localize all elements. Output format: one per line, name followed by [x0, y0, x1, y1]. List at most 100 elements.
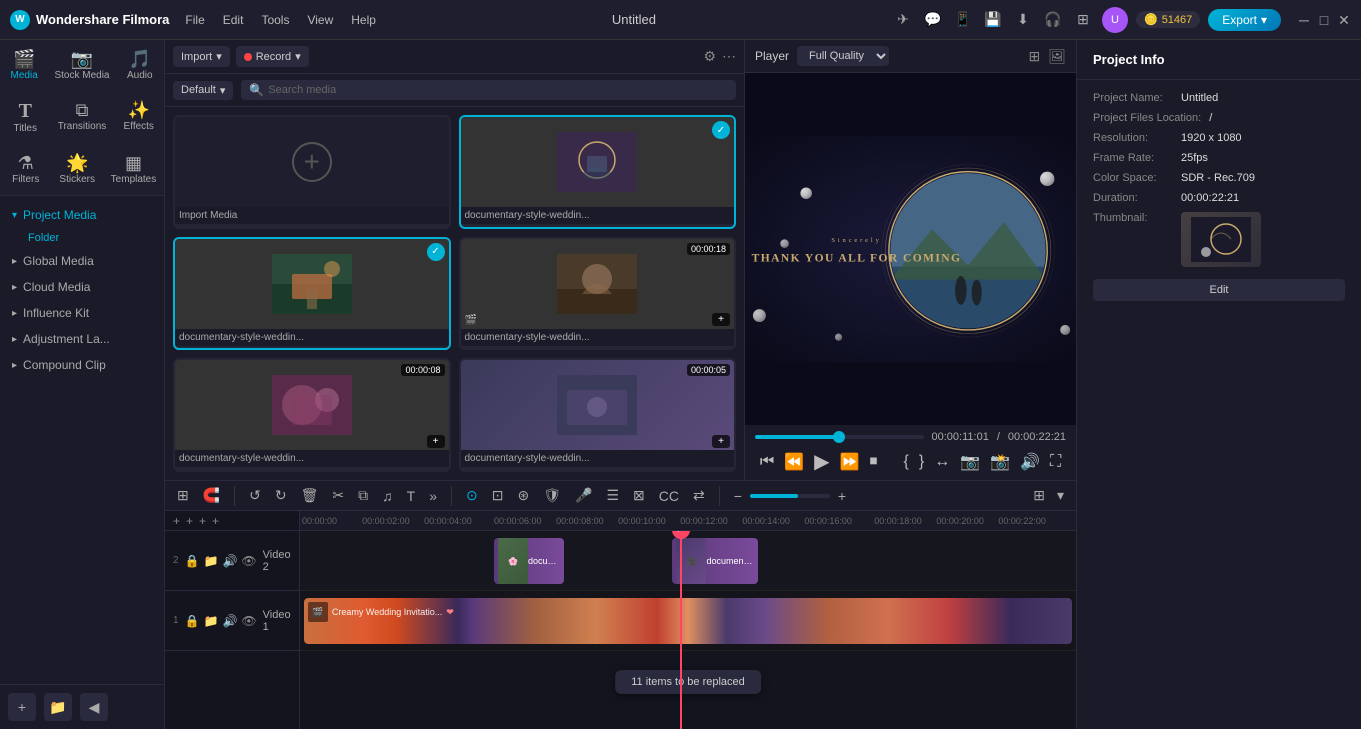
menu-file[interactable]: File — [185, 13, 204, 27]
fullscreen-icon[interactable]: 🖼 — [1048, 48, 1066, 65]
more-badge-3[interactable]: + — [712, 313, 730, 326]
tool-templates[interactable]: ▦ Templates — [105, 150, 163, 189]
track-mute-icon[interactable]: 🔊 — [222, 554, 237, 568]
tool-transitions[interactable]: ⧉ Transitions — [52, 97, 113, 138]
add-subtitle-track[interactable]: + — [212, 514, 219, 528]
mark-in-button[interactable]: { — [904, 453, 909, 471]
jump-start-button[interactable]: ⏮ — [760, 453, 774, 471]
sidebar-item-compound-clip[interactable]: ▸ Compound Clip — [0, 352, 164, 378]
apps-icon[interactable]: ⊞ — [1072, 9, 1094, 31]
record-button[interactable]: Record ▾ — [236, 46, 309, 67]
play-button[interactable]: ▶ — [814, 449, 829, 474]
more-badge-5[interactable]: + — [712, 435, 730, 448]
options-button[interactable]: ▾ — [1053, 485, 1068, 506]
frame-fwd-button[interactable]: ⏩ — [840, 452, 860, 472]
more-badge-4[interactable]: + — [427, 435, 445, 448]
add-video-track[interactable]: + — [173, 514, 180, 528]
more-tools-button[interactable]: » — [425, 486, 441, 506]
sidebar-folder[interactable]: Folder — [0, 228, 164, 248]
add-folder-button[interactable]: + — [8, 693, 36, 721]
filter-icon[interactable]: ⚙ — [703, 48, 716, 65]
mic-button[interactable]: 🎤 — [571, 485, 596, 506]
track-folder-icon-1[interactable]: 📁 — [204, 614, 219, 628]
camera-button[interactable]: 📸 — [990, 452, 1010, 472]
mark-out-button[interactable]: } — [919, 453, 924, 471]
track-folder-icon[interactable]: 📁 — [204, 554, 219, 568]
add-audio-track[interactable]: + — [186, 514, 193, 528]
grid-view-icon[interactable]: ⊞ — [1028, 48, 1040, 65]
playhead[interactable]: ✂ — [680, 531, 682, 729]
menu-edit[interactable]: Edit — [223, 13, 244, 27]
media-item-1[interactable]: documentary-style-weddin... ✓ — [459, 115, 737, 229]
zoom-bar[interactable] — [750, 494, 830, 498]
headphones-icon[interactable]: 🎧 — [1042, 9, 1064, 31]
protect-button[interactable]: 🛡 — [539, 485, 565, 506]
edit-button[interactable]: Edit — [1093, 279, 1345, 301]
scene-detect-button[interactable]: ⊞ — [173, 485, 193, 506]
timeline-clip-v2-1[interactable]: 🌸 documentary-... — [494, 538, 564, 584]
delete-button[interactable]: 🗑 — [297, 485, 323, 506]
split-audio-button[interactable]: ⊠ — [629, 485, 649, 506]
stop-button[interactable]: ⏹ — [869, 453, 877, 471]
media-item-5[interactable]: documentary-style-weddin... 00:00:05 + — [459, 358, 737, 472]
tool-media[interactable]: 🎬 Media — [0, 46, 48, 85]
track-mute-icon-1[interactable]: 🔊 — [222, 614, 237, 628]
import-media-item[interactable]: + Import Media — [173, 115, 451, 229]
track-lock-icon[interactable]: 🔒 — [185, 554, 200, 568]
media-item-4[interactable]: documentary-style-weddin... 00:00:08 + — [173, 358, 451, 472]
list-button[interactable]: ☰ — [602, 485, 623, 506]
speed-button[interactable]: ⊛ — [513, 485, 533, 506]
sidebar-item-global-media[interactable]: ▸ Global Media — [0, 248, 164, 274]
export-button[interactable]: Export ▾ — [1208, 9, 1281, 31]
undo-button[interactable]: ↺ — [245, 485, 265, 506]
zoom-out-button[interactable]: − — [730, 486, 746, 506]
crop-button[interactable]: ⧉ — [354, 485, 372, 506]
tool-filters[interactable]: ⚗ Filters — [2, 150, 50, 189]
maximize-button[interactable]: □ — [1317, 13, 1331, 27]
user-avatar[interactable]: U — [1102, 7, 1128, 33]
replace-button[interactable]: ⇄ — [689, 485, 709, 506]
menu-help[interactable]: Help — [351, 13, 376, 27]
track-lock-icon-1[interactable]: 🔒 — [185, 614, 200, 628]
magnet-button[interactable]: 🧲 — [199, 485, 224, 506]
tool-stock-media[interactable]: 📷 Stock Media — [48, 46, 115, 85]
audio-button[interactable]: 🔊 — [1020, 452, 1040, 472]
timeline-clip-v2-2[interactable]: 🎥 documentary-style-we... — [672, 538, 757, 584]
progress-bar[interactable] — [755, 435, 924, 439]
grid-view-button[interactable]: ⊞ — [1029, 485, 1049, 506]
audio-clip-button[interactable]: ♫ — [378, 486, 397, 506]
redo-button[interactable]: ↻ — [271, 485, 291, 506]
send-icon[interactable]: ✈ — [892, 9, 914, 31]
tool-stickers[interactable]: 🌟 Stickers — [53, 150, 101, 189]
track-eye-icon[interactable]: 👁 — [241, 554, 256, 568]
sidebar-item-cloud-media[interactable]: ▸ Cloud Media — [0, 274, 164, 300]
default-dropdown[interactable]: Default ▾ — [173, 81, 233, 100]
menu-tools[interactable]: Tools — [261, 13, 289, 27]
download-icon[interactable]: ⬇ — [1012, 9, 1034, 31]
save-icon[interactable]: 💾 — [982, 9, 1004, 31]
snapshot-button[interactable]: 📷 — [960, 452, 980, 472]
ai-mask-button[interactable]: ⊡ — [488, 485, 508, 506]
tool-audio[interactable]: 🎵 Audio — [116, 46, 164, 85]
zoom-in-button[interactable]: + — [834, 486, 850, 506]
captions-button[interactable]: CC — [655, 486, 683, 506]
add-effect-track[interactable]: + — [199, 514, 206, 528]
frame-back-button[interactable]: ⏪ — [784, 452, 804, 472]
feedback-icon[interactable]: 💬 — [922, 9, 944, 31]
devices-icon[interactable]: 📱 — [952, 9, 974, 31]
motion-track-button[interactable]: ⊙ — [462, 485, 482, 506]
text-button[interactable]: T — [403, 486, 420, 506]
fullscreen-button[interactable]: ⛶ — [1050, 453, 1061, 471]
progress-handle[interactable] — [833, 431, 845, 443]
timeline-clip-v1[interactable]: 🎬 Creamy Wedding Invitatio... ❤ — [304, 598, 1072, 644]
close-button[interactable]: ✕ — [1337, 13, 1351, 27]
minimize-button[interactable]: ─ — [1297, 13, 1311, 27]
player-tab[interactable]: Player — [755, 49, 789, 63]
add-folder2-button[interactable]: 📁 — [44, 693, 72, 721]
quality-dropdown[interactable]: Full Quality 1/2 Quality 1/4 Quality — [797, 46, 889, 66]
track-eye-icon-1[interactable]: 👁 — [241, 614, 256, 628]
collapse-sidebar-button[interactable]: ◀ — [80, 693, 108, 721]
menu-view[interactable]: View — [307, 13, 333, 27]
import-button[interactable]: Import ▾ — [173, 46, 230, 67]
search-input[interactable] — [268, 84, 728, 96]
